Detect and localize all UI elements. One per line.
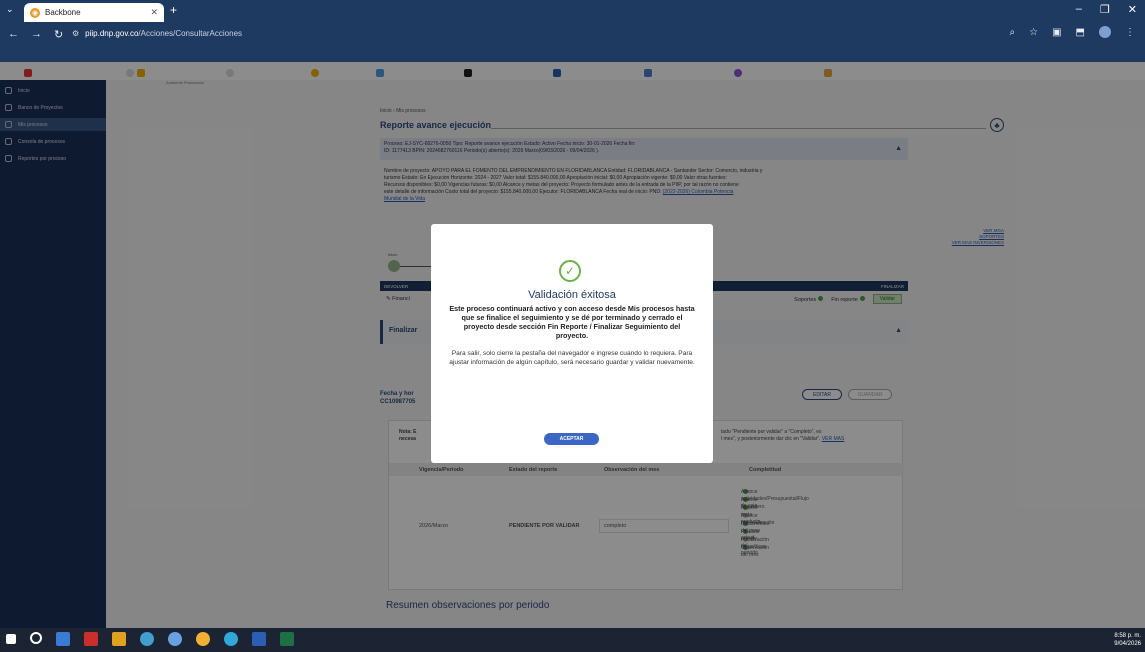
taskbar-icons — [6, 632, 294, 646]
chrome-canary-icon[interactable] — [196, 632, 210, 646]
favicon-icon: ◉ — [30, 7, 40, 18]
url-path: /Acciones/ConsultarAcciones — [138, 29, 243, 38]
url-host: piip.dnp.gov.co — [85, 29, 139, 38]
clock-time: 8:58 p. m. — [1114, 633, 1141, 639]
forward-icon[interactable]: → — [31, 28, 42, 41]
edge-icon[interactable] — [168, 632, 182, 646]
browser-icon[interactable] — [224, 632, 238, 646]
clock-date: 9/04/2026 — [1114, 641, 1141, 647]
start-icon[interactable] — [6, 634, 16, 644]
window-controls: – ❐ ✕ — [1076, 3, 1137, 16]
bookmark-star-icon[interactable]: ☆ — [1029, 27, 1038, 38]
modal-title: Validación éxitosa — [528, 289, 616, 301]
clock[interactable]: 8:58 p. m. 9/04/2026 — [1114, 632, 1141, 648]
word-icon[interactable] — [252, 632, 266, 646]
back-icon[interactable]: ← — [8, 28, 19, 41]
new-tab-icon[interactable]: + — [170, 3, 177, 17]
toolbar-right: ⌕ ☆ ▣ ⬒ ⋮ — [1010, 26, 1135, 38]
zoom-icon[interactable]: ⌕ — [1010, 27, 1016, 38]
chrome-icon[interactable] — [140, 632, 154, 646]
profile-avatar[interactable] — [1099, 26, 1111, 38]
menu-icon[interactable]: ⋮ — [1125, 27, 1135, 38]
modal-bold-text: Este proceso continuará activo y con acc… — [449, 304, 695, 340]
downloads-icon[interactable]: ⬒ — [1076, 27, 1085, 38]
close-tab-icon[interactable]: ✕ — [150, 7, 158, 18]
pdf-icon[interactable] — [84, 632, 98, 646]
extension-icon[interactable]: ▣ — [1052, 27, 1061, 38]
tab-search-icon[interactable]: ⌄ — [6, 4, 14, 15]
explorer-icon[interactable] — [112, 632, 126, 646]
check-circle-icon: ✓ — [559, 260, 581, 282]
address-bar[interactable]: ⚙ piip.dnp.gov.co/Acciones/ConsultarAcci… — [72, 26, 992, 41]
close-window-icon[interactable]: ✕ — [1128, 3, 1137, 16]
browser-tabstrip: ⌄ ◉ Backbone ✕ + – ❐ ✕ — [0, 0, 1145, 22]
tab-title: Backbone — [45, 8, 81, 17]
site-info-icon[interactable]: ⚙ — [72, 29, 79, 38]
task-view-icon[interactable] — [56, 632, 70, 646]
minimize-icon[interactable]: – — [1076, 3, 1082, 16]
taskbar: 8:58 p. m. 9/04/2026 — [0, 628, 1145, 652]
nav-buttons: ← → ↻ — [8, 28, 63, 41]
browser-tab[interactable]: ◉ Backbone ✕ — [24, 3, 164, 22]
modal-body-text: Para salir, solo cierre la pestaña del n… — [449, 350, 695, 366]
reload-icon[interactable]: ↻ — [54, 28, 63, 41]
maximize-icon[interactable]: ❐ — [1100, 3, 1110, 16]
search-icon[interactable] — [30, 632, 42, 644]
aceptar-button[interactable]: ACEPTAR — [544, 433, 599, 445]
excel-icon[interactable] — [280, 632, 294, 646]
success-modal: ✓ Validación éxitosa Este proceso contin… — [431, 224, 713, 463]
browser-toolbar: ← → ↻ ⚙ piip.dnp.gov.co/Acciones/Consult… — [0, 22, 1145, 77]
